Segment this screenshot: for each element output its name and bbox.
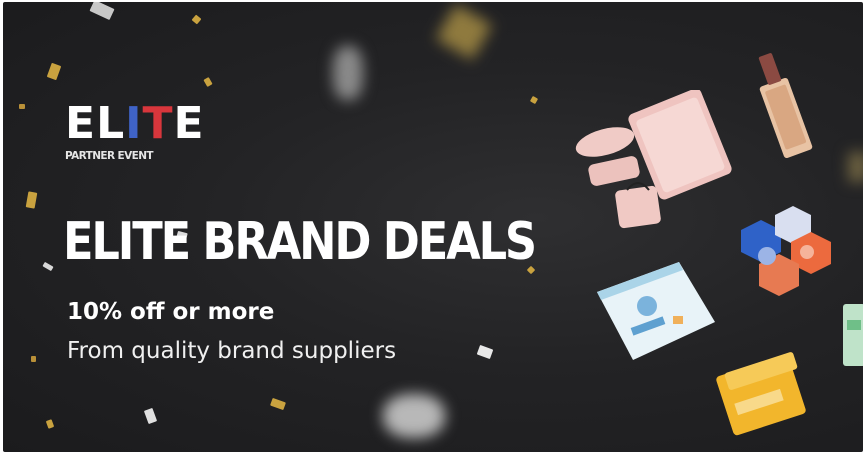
hexagon-boxes-icon [741,206,831,296]
confetti-piece [435,4,493,60]
tagline: From quality brand suppliers [67,338,397,364]
confetti-piece [89,2,115,21]
confetti-piece [191,14,202,25]
baby-product-box-icon [597,262,715,360]
confetti-piece [848,152,863,182]
promo-banner[interactable]: ELITE PARTNER EVENT ELITE BRAND DEALS 10… [3,2,863,452]
confetti-piece [46,62,62,81]
confetti-piece [31,356,36,362]
elite-logo: ELITE PARTNER EVENT [65,102,205,163]
confetti-piece [333,46,363,100]
perfume-bottle-icon [758,53,813,158]
confetti-piece [203,77,213,87]
confetti-piece [529,95,539,105]
confetti-piece [19,104,25,109]
headline: ELITE BRAND DEALS [63,212,537,272]
confetti-piece [25,191,38,209]
confetti-piece [383,394,445,438]
discount-text: 10% off or more [67,299,275,325]
pink-pouch-set-icon [575,90,732,229]
green-box-icon [843,304,863,366]
confetti-piece [143,407,158,425]
confetti-piece [270,397,286,411]
logo-wordmark: ELITE [65,102,205,146]
logo-letter: T [142,98,174,149]
confetti-piece [476,344,494,360]
confetti-piece [45,419,55,429]
logo-subtitle: PARTNER EVENT [65,150,154,162]
logo-letter: L [96,98,126,149]
confetti-piece [42,261,54,272]
logo-letter: E [173,98,205,149]
yellow-cosmetic-jar-icon [716,352,806,436]
logo-letter: E [65,98,97,149]
logo-letter: I [125,98,143,149]
